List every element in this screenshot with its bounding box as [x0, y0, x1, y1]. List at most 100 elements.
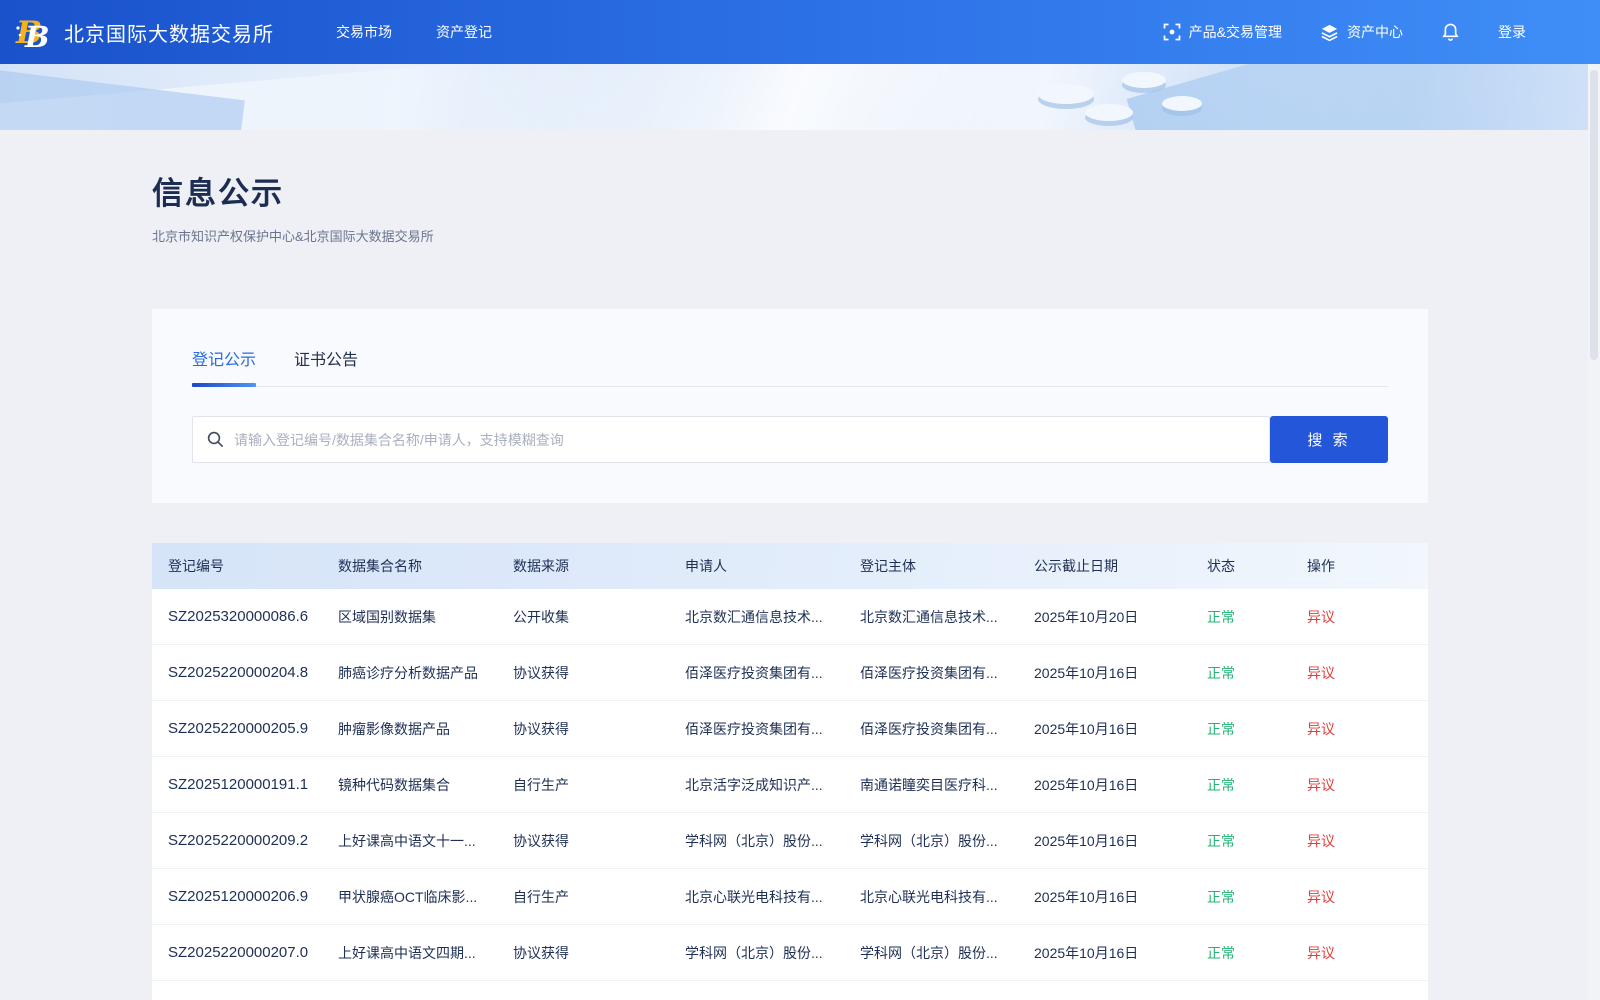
primary-nav: 交易市场 资产登记	[336, 22, 492, 42]
objection-link[interactable]: 异议	[1307, 665, 1335, 681]
page-subtitle: 北京市知识产权保护中心&北京国际大数据交易所	[152, 229, 434, 244]
tab-registration-disclosure[interactable]: 登记公示	[192, 346, 257, 387]
nav-item-asset-registration[interactable]: 资产登记	[436, 22, 492, 42]
status-badge: 正常	[1207, 776, 1235, 793]
cell-dataset-name: 区域国别数据集	[338, 608, 436, 625]
table-row: SZ2025120000191.1 镜种代码数据集合 自行生产 北京活字泛成知识产..…	[152, 757, 1428, 813]
cell-action: 异议	[1291, 887, 1428, 907]
search-box	[192, 416, 1270, 463]
table-header-row: 登记编号 数据集合名称 数据来源 申请人 登记主体 公示截止日期 状态 操作	[152, 543, 1428, 589]
top-navbar: B B 北京国际大数据交易所 交易市场 资产登记 产品&交易管理 资产中心 登录	[0, 0, 1600, 64]
tab-label: 证书公告	[294, 352, 359, 369]
cell-applicant: 佰泽医疗投资集团有...	[685, 664, 823, 681]
banner-decoration	[1162, 96, 1202, 111]
objection-link[interactable]: 异议	[1307, 609, 1335, 625]
cell-dataset-name: 甲状腺癌OCT临床影...	[338, 888, 478, 905]
banner-decoration	[439, 64, 1141, 130]
cell-deadline: 2025年10月20日	[1034, 608, 1139, 625]
cell-data-source: 自行生产	[513, 776, 569, 793]
column-header-status: 状态	[1207, 558, 1235, 574]
status-badge: 正常	[1207, 608, 1235, 625]
cell-action: 异议	[1291, 663, 1428, 683]
cell-registration-id: SZ2025120000191.1	[168, 776, 309, 793]
product-trade-mgmt-label: 产品&交易管理	[1188, 24, 1282, 40]
tab-certificate-announcement[interactable]: 证书公告	[294, 346, 358, 386]
cell-data-source: 公开收集	[513, 608, 569, 625]
cell-applicant: 北京心联光电科技有...	[685, 888, 823, 905]
cell-deadline: 2025年10月16日	[1034, 776, 1139, 793]
cell-registrant: 学科网（北京）股份...	[860, 832, 998, 849]
objection-link[interactable]: 异议	[1307, 721, 1335, 737]
tabs-search-card: 登记公示 证书公告 搜 索	[152, 309, 1428, 503]
brand-logo-icon[interactable]: B B	[14, 11, 56, 53]
search-input[interactable]	[234, 417, 1269, 462]
objection-link[interactable]: 异议	[1307, 889, 1335, 905]
banner-decoration	[1122, 72, 1166, 88]
banner-decoration	[1038, 84, 1094, 104]
nav-item-trading-market[interactable]: 交易市场	[336, 22, 392, 42]
cell-deadline: 2025年10月16日	[1034, 832, 1139, 849]
bell-icon	[1441, 22, 1460, 42]
status-badge: 正常	[1207, 944, 1235, 961]
cell-data-source: 协议获得	[513, 664, 569, 681]
search-icon	[206, 430, 225, 449]
navbar-right: 产品&交易管理 资产中心 登录	[1163, 22, 1526, 42]
column-header-dataset-name: 数据集合名称	[338, 558, 422, 574]
cell-deadline: 2025年10月16日	[1034, 664, 1139, 681]
notifications-button[interactable]	[1441, 22, 1460, 42]
table-row: SZ2025220000205.9 肿瘤影像数据产品 协议获得 佰泽医疗投资集团有..…	[152, 701, 1428, 757]
banner-decoration	[1085, 104, 1133, 121]
column-header-action: 操作	[1307, 558, 1335, 574]
cell-registration-id: SZ2025220000209.2	[168, 832, 309, 849]
cell-dataset-name: 上好课高中语文四期...	[338, 944, 476, 961]
page-scrollbar[interactable]	[1588, 64, 1600, 1000]
cell-data-source: 协议获得	[513, 720, 569, 737]
cell-dataset-name: 镜种代码数据集合	[338, 776, 450, 793]
cell-registrant: 佰泽医疗投资集团有...	[860, 720, 998, 737]
objection-link[interactable]: 异议	[1307, 777, 1335, 793]
product-trade-mgmt-menu[interactable]: 产品&交易管理	[1163, 22, 1282, 42]
table-row: SZ2025320000086.6 区域国别数据集 公开收集 北京数汇通信息技术...…	[152, 589, 1428, 645]
scrollbar-thumb[interactable]	[1590, 70, 1598, 360]
objection-link[interactable]: 异议	[1307, 833, 1335, 849]
table-row: SZ2025220000207.0 上好课高中语文四期... 协议获得 学科网（北京）…	[152, 925, 1428, 981]
cell-deadline: 2025年10月16日	[1034, 888, 1139, 905]
active-tab-indicator	[192, 383, 257, 387]
cell-applicant: 学科网（北京）股份...	[685, 832, 823, 849]
cell-action: 异议	[1291, 719, 1428, 739]
asset-center-menu[interactable]: 资产中心	[1320, 22, 1403, 42]
cell-data-source: 协议获得	[513, 832, 569, 849]
search-button[interactable]: 搜 索	[1270, 416, 1388, 463]
cell-data-source: 协议获得	[513, 944, 569, 961]
cell-deadline: 2025年10月16日	[1034, 944, 1139, 961]
cell-registration-id: SZ2025120000206.9	[168, 888, 309, 905]
column-header-deadline: 公示截止日期	[1034, 558, 1118, 574]
cell-registrant: 学科网（北京）股份...	[860, 944, 998, 961]
login-button[interactable]: 登录	[1498, 22, 1526, 42]
cell-registration-id: SZ2025320000086.6	[168, 608, 309, 625]
cell-applicant: 学科网（北京）股份...	[685, 944, 823, 961]
table-row: SZ2025220000204.8 肺癌诊疗分析数据产品 协议获得 佰泽医疗投资集团有…	[152, 645, 1428, 701]
brand-title: 北京国际大数据交易所	[64, 23, 274, 46]
column-header-registrant: 登记主体	[860, 558, 916, 574]
cell-action: 异议	[1291, 607, 1428, 627]
table-row: SZ2025220000209.2 上好课高中语文十一... 协议获得 学科网（北京）…	[152, 813, 1428, 869]
tab-label: 登记公示	[192, 352, 257, 369]
table-body: SZ2025320000086.6 区域国别数据集 公开收集 北京数汇通信息技术...…	[152, 589, 1428, 1000]
cell-dataset-name: 肿瘤影像数据产品	[338, 720, 450, 737]
cell-dataset-name: 上好课高中语文十一...	[338, 832, 476, 849]
asset-center-label: 资产中心	[1347, 24, 1403, 40]
status-badge: 正常	[1207, 664, 1235, 681]
status-badge: 正常	[1207, 720, 1235, 737]
cell-applicant: 北京活字泛成知识产...	[685, 776, 823, 793]
page-title: 信息公示	[152, 176, 284, 212]
column-header-registration-id: 登记编号	[168, 558, 224, 574]
cell-registration-id: SZ2025220000204.8	[168, 664, 309, 681]
column-header-applicant: 申请人	[685, 558, 727, 574]
search-row: 搜 索	[192, 416, 1388, 463]
cell-registrant: 南通诺瞳奕目医疗科...	[860, 776, 998, 793]
objection-link[interactable]: 异议	[1307, 945, 1335, 961]
cell-registrant: 佰泽医疗投资集团有...	[860, 664, 998, 681]
disclosure-table: 登记编号 数据集合名称 数据来源 申请人 登记主体 公示截止日期 状态 操作 S…	[152, 543, 1428, 1000]
cell-data-source: 自行生产	[513, 888, 569, 905]
